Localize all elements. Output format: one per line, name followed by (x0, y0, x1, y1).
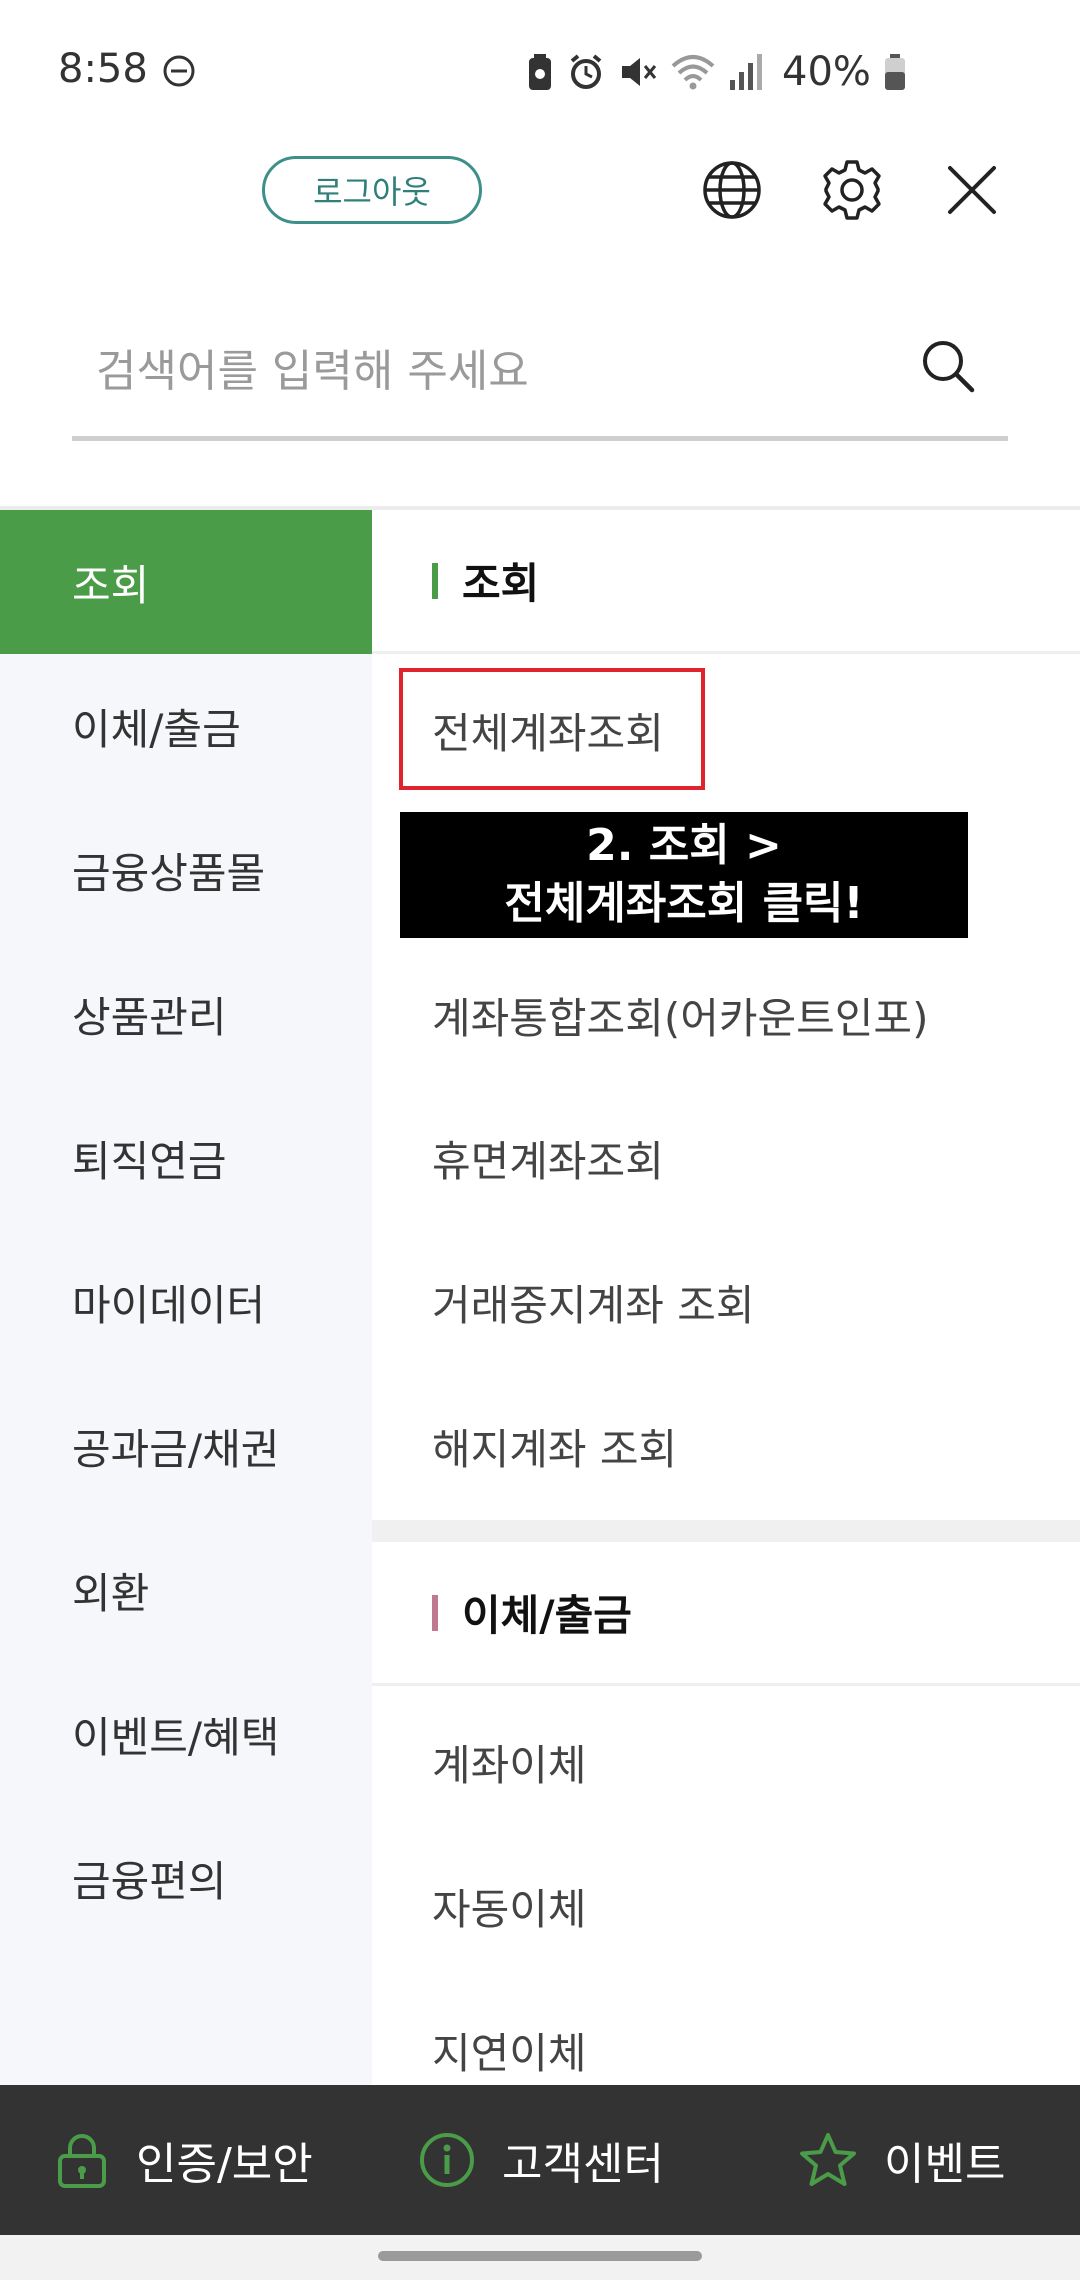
mute-icon (622, 58, 657, 86)
bottom-item-label: 고객센터 (502, 2139, 664, 2190)
sidebar-item-events[interactable]: 이벤트/혜택 (0, 1662, 372, 1806)
star-icon (800, 2133, 856, 2186)
home-indicator[interactable] (378, 2251, 702, 2261)
navigation-bar (0, 2235, 1080, 2280)
search-icon[interactable] (918, 336, 978, 396)
callout-line1: 2. 조회 > (586, 820, 782, 871)
logout-button[interactable]: 로그아웃 (262, 156, 482, 224)
sidebar-item-pension[interactable]: 퇴직연금 (0, 1086, 372, 1230)
link-account-info[interactable]: 계좌통합조회(어카운트인포) (432, 965, 928, 1065)
link-dormant-accounts[interactable]: 휴면계좌조회 (432, 1108, 664, 1208)
menu-content: 조회 전체계좌조회 2. 조회 > 전체계좌조회 클릭! 계좌통합조회(어카운트… (372, 510, 1080, 2085)
status-time: 8:58 (58, 46, 148, 92)
link-suspended-accounts[interactable]: 거래중지계좌 조회 (432, 1252, 754, 1352)
bottom-bar: 인증/보안 고객센터 이벤트 (0, 2085, 1080, 2235)
battery-saver-icon (529, 54, 551, 90)
sidebar-item-mydata[interactable]: 마이데이터 (0, 1230, 372, 1374)
battery-icon (884, 54, 905, 90)
dnd-icon (163, 55, 195, 87)
highlight-box (399, 668, 705, 790)
globe-icon[interactable] (700, 158, 764, 222)
bottom-item-label: 이벤트 (884, 2139, 1006, 2190)
gear-icon[interactable] (820, 158, 884, 222)
sidebar-item-product-management[interactable]: 상품관리 (0, 942, 372, 1086)
callout-line2: 전체계좌조회 클릭! (504, 878, 864, 929)
bottom-item-customer-center[interactable]: 고객센터 (418, 2085, 664, 2235)
section-accent-bar (432, 1594, 438, 1631)
sidebar-item-foreign-exchange[interactable]: 외환 (0, 1518, 372, 1662)
signal-icon (730, 54, 762, 90)
section-accent-bar (432, 562, 438, 599)
status-icons: 40% (526, 49, 907, 95)
sidebar-item-products-mall[interactable]: 금융상품몰 (0, 798, 372, 942)
sidebar-item-transfer[interactable]: 이체/출금 (0, 654, 372, 798)
sidebar-item-convenience[interactable]: 금융편의 (0, 1806, 372, 1950)
section-header-transfer: 이체/출금 (372, 1542, 1080, 1686)
sidebar-item-utility-bonds[interactable]: 공과금/채권 (0, 1374, 372, 1518)
bottom-item-auth-security[interactable]: 인증/보안 (54, 2085, 313, 2235)
info-icon (420, 2133, 474, 2187)
link-account-transfer[interactable]: 계좌이체 (432, 1712, 587, 1812)
instruction-callout: 2. 조회 > 전체계좌조회 클릭! (400, 812, 968, 938)
section-header-inquiry: 조회 (372, 510, 1080, 654)
battery-percent: 40% (782, 49, 871, 95)
close-icon[interactable] (940, 158, 1004, 222)
section-title: 이체/출금 (462, 1591, 632, 1640)
alarm-icon (570, 54, 602, 89)
sidebar-item-inquiry[interactable]: 조회 (0, 510, 372, 654)
section-divider (372, 1520, 1080, 1542)
bottom-item-events[interactable]: 이벤트 (798, 2085, 1005, 2235)
sidebar: 조회 이체/출금 금융상품몰 상품관리 퇴직연금 마이데이터 공과금/채권 외환… (0, 510, 372, 2085)
status-bar: 8:58 40% (0, 0, 1080, 140)
section-title: 조회 (462, 559, 540, 608)
header: 로그아웃 (0, 150, 1080, 290)
link-closed-accounts[interactable]: 해지계좌 조회 (432, 1396, 677, 1496)
link-auto-transfer[interactable]: 자동이체 (432, 1856, 587, 1956)
wifi-icon (671, 55, 715, 90)
bottom-item-label: 인증/보안 (136, 2139, 313, 2190)
search-bar (72, 310, 1008, 441)
lock-icon (58, 2134, 106, 2188)
search-input[interactable] (72, 330, 918, 412)
